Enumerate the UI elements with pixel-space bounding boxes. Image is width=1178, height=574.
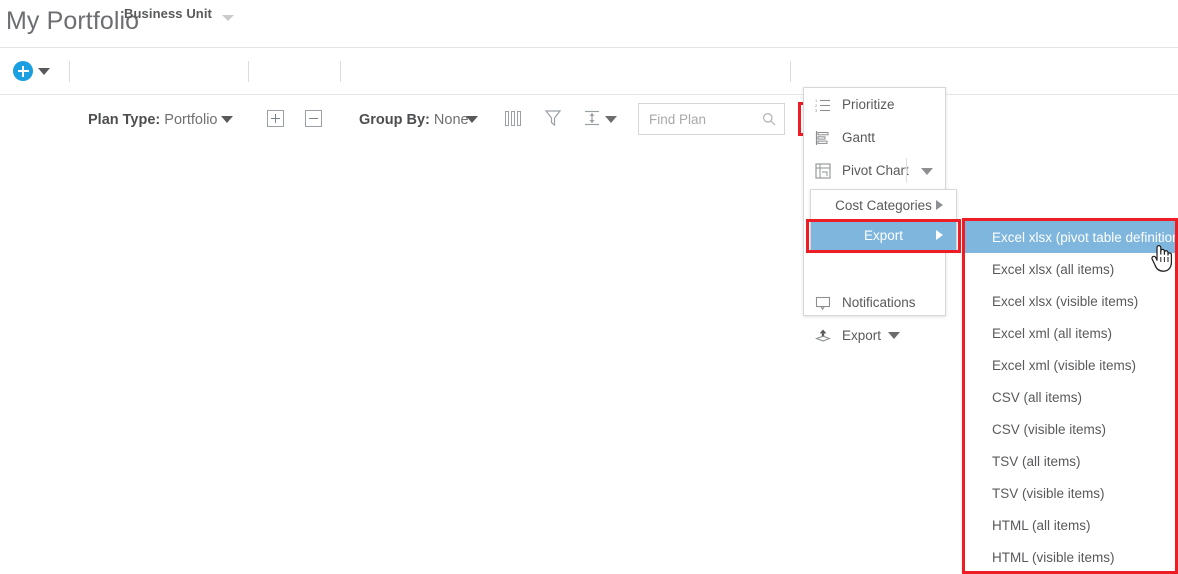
collapse-minus-icon[interactable] (305, 110, 322, 127)
export-item-tsv-all-items[interactable]: TSV (all items) (965, 445, 1175, 477)
pivot-chart-chevron-down-icon[interactable] (921, 168, 933, 175)
chevron-down-icon (221, 15, 234, 21)
export-item-excel-xlsx-pivot-table-definition[interactable]: Excel xlsx (pivot table definition) (965, 221, 1175, 253)
export-item-tsv-visible-items[interactable]: TSV (visible items) (965, 477, 1175, 509)
add-menu-chevron-down-icon[interactable] (38, 68, 50, 75)
export-item-csv-visible-items[interactable]: CSV (visible items) (965, 413, 1175, 445)
toolbar-divider (69, 61, 70, 82)
plan-type-control[interactable]: Plan Type: Portfolio (88, 112, 217, 128)
group-by-control[interactable]: Group By: None (359, 112, 469, 128)
filter-funnel-icon[interactable] (544, 109, 562, 132)
main-toolbar: Plan Type: Portfolio Group By: None (0, 48, 1178, 136)
svg-text:3: 3 (815, 108, 818, 113)
export-item-excel-xlsx-visible-items[interactable]: Excel xlsx (visible items) (965, 285, 1175, 317)
flyout-item-label: Export (863, 227, 904, 243)
plan-type-value: Portfolio (164, 112, 218, 128)
search-input[interactable] (647, 104, 757, 134)
menu-item-divider (906, 158, 907, 183)
export-format-submenu: Excel xlsx (pivot table definition) Exce… (962, 218, 1178, 574)
export-item-html-visible-items[interactable]: HTML (visible items) (965, 541, 1175, 571)
menu-item-notifications[interactable]: Notifications (804, 286, 945, 319)
pointing-hand-cursor (1148, 243, 1174, 273)
toolbar-divider (248, 61, 249, 82)
business-unit-selector[interactable]: Business Unit (124, 6, 234, 21)
menu-item-label: Export (842, 328, 882, 343)
flyout-item-label: Cost Categories (835, 197, 932, 213)
export-item-excel-xml-all-items[interactable]: Excel xml (all items) (965, 317, 1175, 349)
app-root: My Portfolio Business Unit Plan Type: Po… (0, 0, 1178, 574)
menu-item-export[interactable]: Export (804, 319, 945, 352)
toolbar-divider (790, 61, 791, 82)
page-title: My Portfolio (6, 7, 140, 35)
export-item-excel-xml-visible-items[interactable]: Excel xml (visible items) (965, 349, 1175, 381)
flyout-item-export[interactable]: Export (811, 220, 956, 250)
notification-bubble-icon (814, 294, 832, 312)
export-upload-icon (814, 327, 832, 345)
menu-item-prioritize[interactable]: 1 2 3 Prioritize (804, 88, 945, 121)
export-item-csv-all-items[interactable]: CSV (all items) (965, 381, 1175, 413)
row-height-chevron-down-icon[interactable] (605, 116, 617, 123)
group-by-value: None (433, 112, 469, 128)
pivot-chart-icon (814, 162, 832, 180)
menu-item-label: Prioritize (842, 97, 895, 112)
search-plan-box[interactable] (638, 103, 785, 135)
row-height-icon[interactable] (583, 109, 601, 132)
plus-circle-icon[interactable] (13, 61, 33, 81)
pivot-chart-flyout-menu: Cost Categories Export (810, 189, 957, 251)
menu-item-label: Pivot Chart (842, 163, 909, 178)
menu-item-gantt[interactable]: Gantt (804, 121, 945, 154)
flyout-item-cost-categories[interactable]: Cost Categories (811, 190, 956, 220)
columns-icon[interactable] (505, 111, 524, 126)
columns-icon-bar (511, 111, 515, 126)
search-icon[interactable] (762, 112, 776, 126)
columns-icon-bar (517, 111, 521, 126)
menu-item-label: Notifications (842, 295, 916, 310)
chevron-right-icon (936, 200, 943, 210)
toolbar-divider (340, 61, 341, 82)
chevron-right-icon (936, 230, 943, 240)
menu-item-pivot-chart[interactable]: Pivot Chart (804, 154, 945, 187)
export-item-excel-xlsx-all-items[interactable]: Excel xlsx (all items) (965, 253, 1175, 285)
group-by-label: Group By: (359, 112, 430, 128)
menu-item-label: Gantt (842, 130, 876, 145)
export-chevron-down-icon[interactable] (888, 332, 900, 339)
columns-icon-bar (505, 111, 509, 126)
plan-type-chevron-down-icon[interactable] (221, 116, 233, 123)
expand-plus-icon[interactable] (267, 110, 284, 127)
prioritize-list-icon: 1 2 3 (814, 96, 832, 114)
export-item-html-all-items[interactable]: HTML (all items) (965, 509, 1175, 541)
group-by-chevron-down-icon[interactable] (466, 116, 478, 123)
page-header: My Portfolio Business Unit (0, 0, 1178, 48)
business-unit-label: Business Unit (124, 6, 212, 21)
gantt-chart-icon (814, 129, 832, 147)
plan-type-label: Plan Type: (88, 112, 161, 128)
